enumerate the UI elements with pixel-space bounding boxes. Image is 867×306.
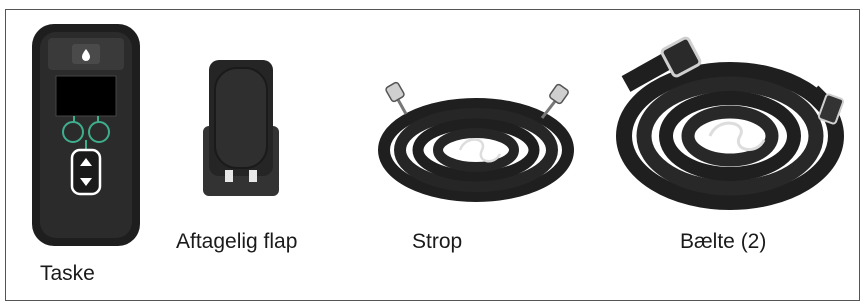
belt-label: Bælte (2) bbox=[680, 230, 767, 253]
strap-label: Strop bbox=[412, 230, 463, 253]
belt-icon bbox=[606, 32, 846, 212]
pump-case-icon bbox=[30, 24, 142, 254]
removable-flap-icon bbox=[199, 60, 283, 198]
case-label: Taske bbox=[40, 262, 95, 285]
flap-label: Aftagelig flap bbox=[176, 230, 298, 253]
figure-frame: Taske Aftagelig flap Strop Bælte (2) bbox=[5, 9, 860, 301]
strap-icon bbox=[376, 74, 576, 202]
